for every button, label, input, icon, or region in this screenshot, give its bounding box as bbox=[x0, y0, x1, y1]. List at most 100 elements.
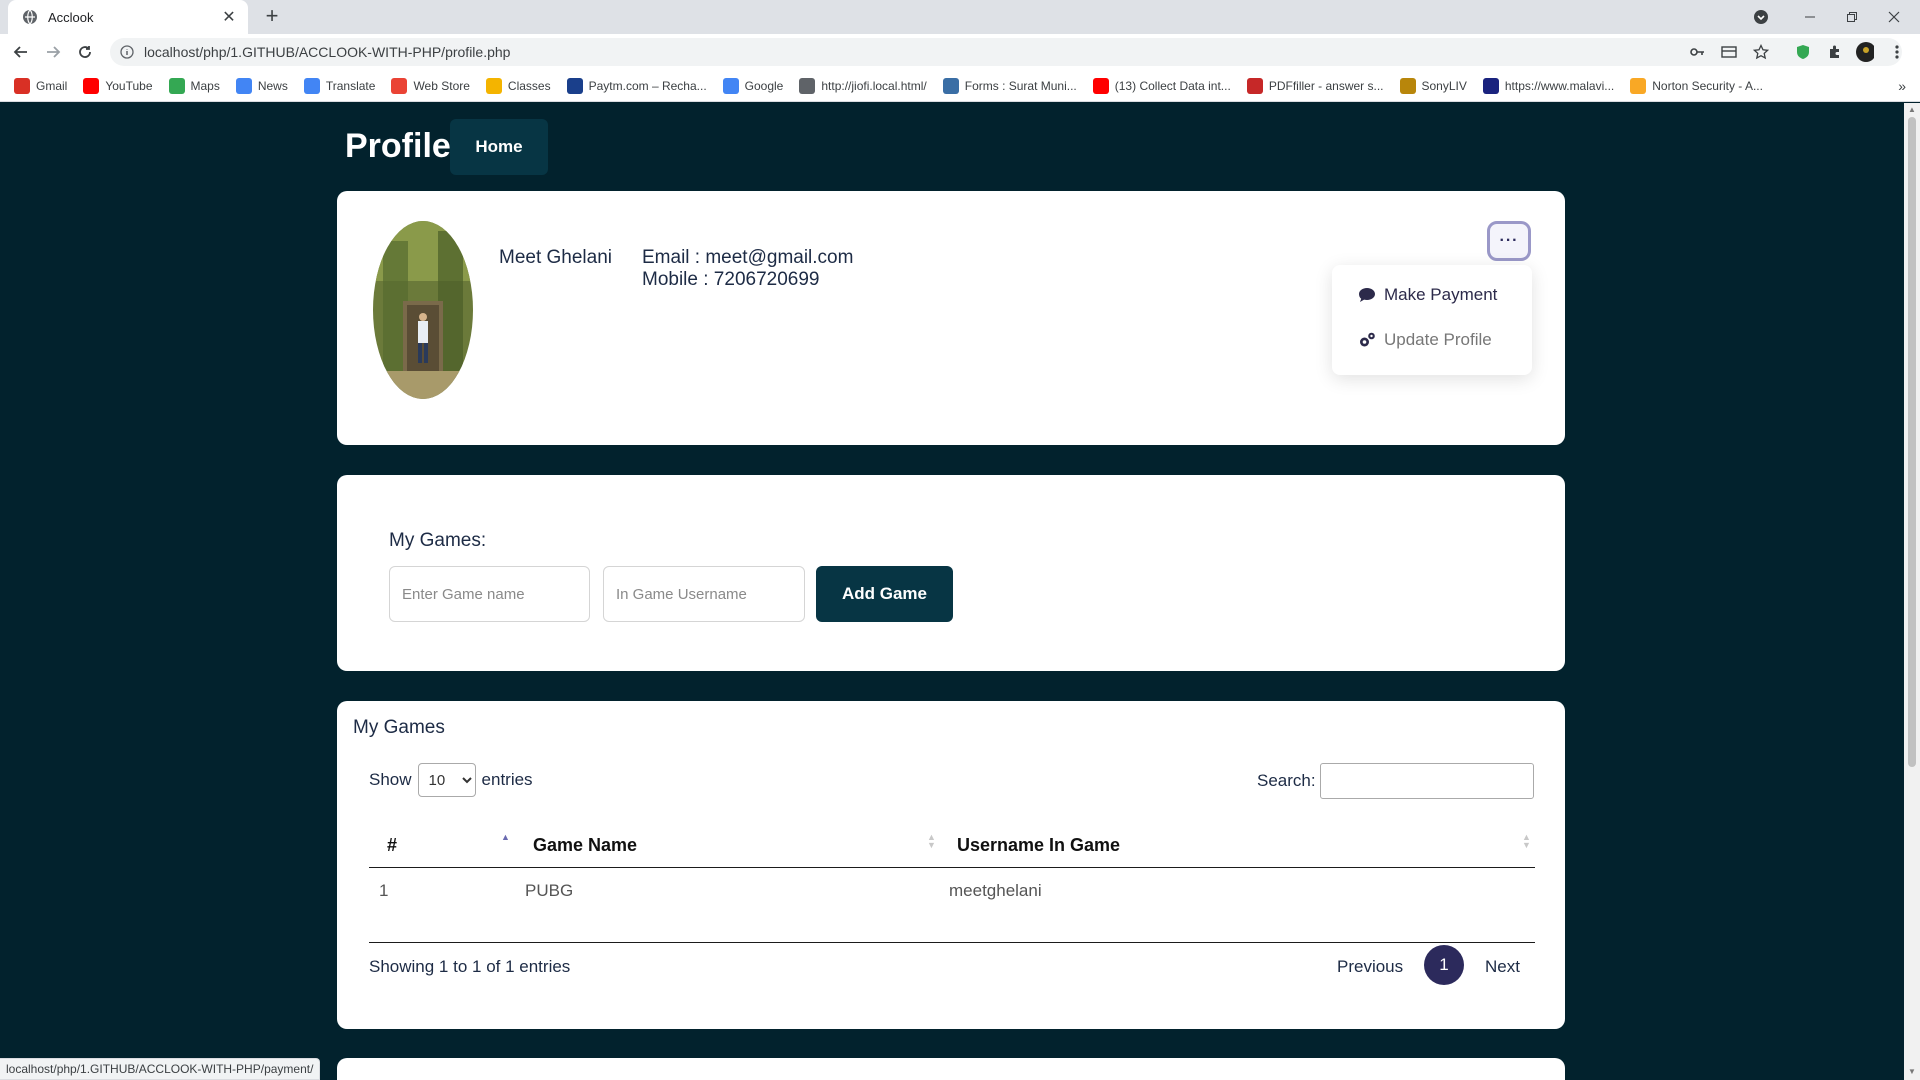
address-bar[interactable]: localhost/php/1.GITHUB/ACCLOOK-WITH-PHP/… bbox=[110, 38, 1902, 66]
bookmark-item[interactable]: (13) Collect Data int... bbox=[1092, 77, 1231, 94]
search-input[interactable] bbox=[1319, 763, 1534, 799]
malavi-icon bbox=[1482, 77, 1499, 94]
reload-icon[interactable] bbox=[72, 39, 98, 65]
bookmark-item[interactable]: Google bbox=[722, 77, 784, 94]
bookmark-star-icon[interactable] bbox=[1752, 43, 1770, 61]
home-button[interactable]: Home bbox=[450, 119, 548, 175]
bookmark-item[interactable]: YouTube bbox=[83, 77, 153, 94]
bookmark-label: Classes bbox=[507, 78, 551, 93]
scrollbar-thumb[interactable] bbox=[1908, 117, 1916, 767]
bookmark-item[interactable]: Classes bbox=[485, 77, 551, 94]
pdffiller-icon bbox=[1246, 77, 1263, 94]
sonyliv-icon bbox=[1399, 77, 1416, 94]
table-title: My Games bbox=[353, 717, 445, 738]
cell-username: meetghelani bbox=[949, 881, 1042, 900]
column-header-number[interactable]: # bbox=[387, 835, 397, 856]
site-info-icon[interactable] bbox=[120, 45, 134, 59]
scroll-down-icon[interactable]: ▼ bbox=[1908, 1067, 1916, 1076]
key-icon[interactable] bbox=[1688, 43, 1706, 61]
column-header-game-name[interactable]: Game Name bbox=[533, 835, 637, 856]
bookmark-item[interactable]: News bbox=[235, 77, 288, 94]
cogs-icon bbox=[1360, 332, 1375, 347]
previous-page-button[interactable]: Previous bbox=[1337, 957, 1403, 977]
update-profile-menu-item[interactable]: Update Profile bbox=[1358, 330, 1492, 350]
profile-email: Email : meet@gmail.com bbox=[642, 247, 854, 268]
bookmark-item[interactable]: Web Store bbox=[391, 77, 470, 94]
bookmark-item[interactable]: PDFfiller - answer s... bbox=[1246, 77, 1384, 94]
restore-icon[interactable] bbox=[1832, 0, 1872, 34]
bookmark-label: Gmail bbox=[36, 78, 68, 93]
bookmark-label: News bbox=[257, 78, 288, 93]
bookmark-item[interactable]: Forms : Surat Muni... bbox=[942, 77, 1077, 94]
table-header-divider bbox=[369, 867, 1535, 868]
add-game-card: My Games: Add Game bbox=[337, 475, 1565, 671]
minimize-icon[interactable] bbox=[1790, 0, 1830, 34]
new-tab-button[interactable]: + bbox=[260, 5, 284, 29]
bookmark-item[interactable]: Norton Security - A... bbox=[1630, 77, 1763, 94]
maps-icon bbox=[168, 77, 185, 94]
bookmark-label: https://www.malavi... bbox=[1504, 78, 1615, 93]
back-icon[interactable] bbox=[8, 39, 34, 65]
norton-icon bbox=[1630, 77, 1647, 94]
forms-icon bbox=[942, 77, 959, 94]
close-tab-icon[interactable]: ✕ bbox=[220, 7, 238, 27]
bookmark-label: Web Store bbox=[413, 78, 470, 93]
cell-game-name: PUBG bbox=[525, 881, 574, 900]
sort-both-icon: ▲ ▼ bbox=[927, 832, 936, 850]
bookmark-label: Google bbox=[744, 78, 784, 93]
game-username-input[interactable] bbox=[603, 566, 805, 622]
browser-tab[interactable]: Acclook ✕ bbox=[8, 0, 248, 34]
status-bar-url: localhost/php/1.GITHUB/ACCLOOK-WITH-PHP/… bbox=[0, 1058, 321, 1080]
bookmark-item[interactable]: https://www.malavi... bbox=[1482, 77, 1615, 94]
game-name-input[interactable] bbox=[389, 566, 590, 622]
bookmark-item[interactable]: Paytm.com – Recha... bbox=[566, 77, 707, 94]
next-card-partial bbox=[337, 1058, 1565, 1080]
search-label: Search: bbox=[1257, 771, 1316, 790]
page-length-select[interactable]: 10 bbox=[417, 763, 476, 797]
bookmark-label: Norton Security - A... bbox=[1652, 78, 1763, 93]
profile-mobile: Mobile : 7206720699 bbox=[642, 269, 820, 290]
bookmark-label: Paytm.com – Recha... bbox=[588, 78, 707, 93]
google-icon bbox=[722, 77, 739, 94]
sort-both-icon: ▲ ▼ bbox=[1522, 832, 1531, 850]
bookmark-label: (13) Collect Data int... bbox=[1114, 78, 1231, 93]
chrome-menu-icon[interactable] bbox=[1888, 43, 1906, 61]
bookmark-item[interactable]: Gmail bbox=[14, 77, 68, 94]
page-scrollbar[interactable]: ▲ ▼ bbox=[1904, 103, 1920, 1080]
browser-tab-strip: Acclook ✕ + bbox=[0, 0, 1920, 34]
bookmark-item[interactable]: Translate bbox=[303, 77, 376, 94]
shield-extension-icon[interactable] bbox=[1794, 43, 1812, 61]
gmail-icon bbox=[14, 77, 30, 94]
make-payment-label: Make Payment bbox=[1384, 285, 1498, 304]
classes-icon bbox=[485, 77, 502, 94]
page-1-button[interactable]: 1 bbox=[1424, 945, 1464, 985]
avatar bbox=[373, 221, 473, 399]
scroll-up-icon[interactable]: ▲ bbox=[1908, 105, 1916, 114]
bookmark-item[interactable]: Maps bbox=[168, 77, 220, 94]
bookmark-item[interactable]: SonyLIV bbox=[1399, 77, 1467, 94]
profile-card: Meet Ghelani Email : meet@gmail.com Mobi… bbox=[337, 191, 1565, 445]
close-window-icon[interactable] bbox=[1874, 0, 1914, 34]
card-icon[interactable] bbox=[1720, 43, 1738, 61]
more-options-button[interactable]: ··· bbox=[1487, 221, 1531, 261]
table-search: Search: bbox=[1257, 763, 1534, 799]
add-game-button[interactable]: Add Game bbox=[816, 566, 953, 622]
forward-icon[interactable] bbox=[40, 39, 66, 65]
next-page-button[interactable]: Next bbox=[1485, 957, 1520, 977]
globe-icon bbox=[799, 77, 816, 94]
bookmark-label: Translate bbox=[325, 78, 376, 93]
bookmark-item[interactable]: http://jiofi.local.html/ bbox=[799, 77, 927, 94]
games-table-card: My Games Show 10 entries Search: # ▲ Gam… bbox=[337, 701, 1565, 1029]
avatar-icon[interactable] bbox=[1856, 42, 1874, 62]
globe-icon bbox=[23, 9, 37, 25]
paytm-icon bbox=[566, 77, 583, 94]
bookmark-label: SonyLIV bbox=[1421, 78, 1467, 93]
column-header-username[interactable]: Username In Game bbox=[957, 835, 1120, 856]
make-payment-menu-item[interactable]: Make Payment bbox=[1358, 285, 1497, 305]
entries-label: entries bbox=[481, 770, 533, 789]
extensions-puzzle-icon[interactable] bbox=[1826, 43, 1844, 61]
more-bookmarks-icon[interactable]: » bbox=[1898, 78, 1906, 94]
bookmark-label: PDFfiller - answer s... bbox=[1268, 78, 1384, 93]
translate-icon bbox=[303, 77, 320, 94]
profile-dropdown-icon[interactable] bbox=[1748, 0, 1774, 34]
